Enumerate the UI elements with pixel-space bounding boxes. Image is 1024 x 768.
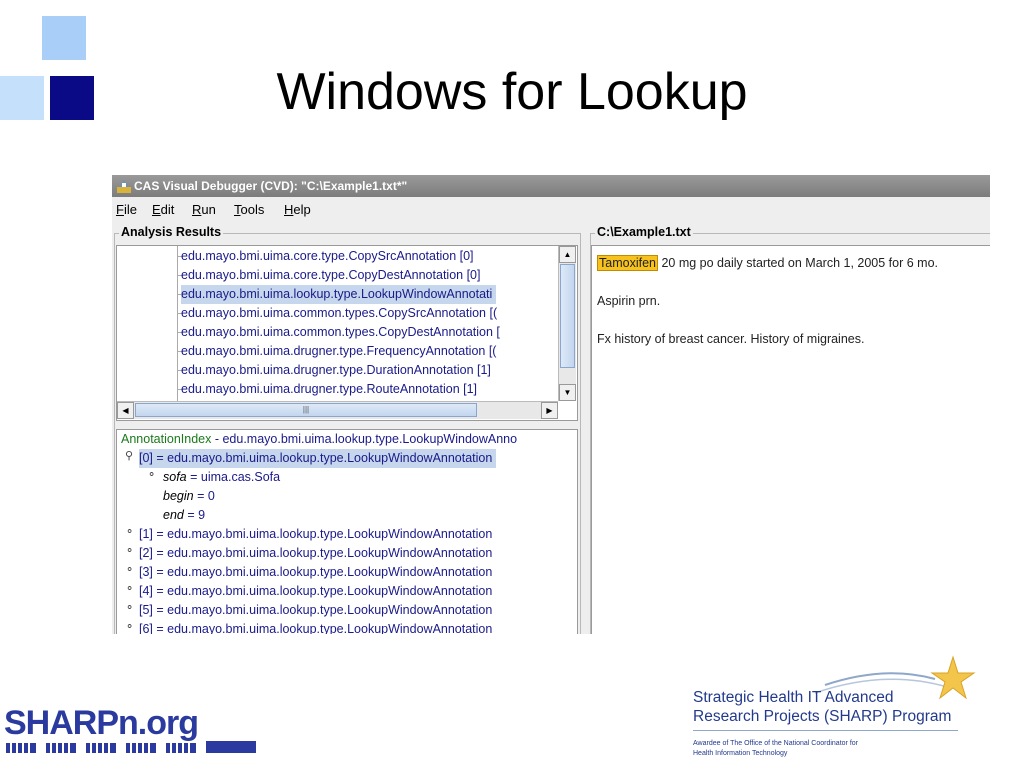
document-line-3: Fx history of breast cancer. History of … — [597, 332, 865, 346]
sharp-divider — [693, 730, 958, 731]
window-titlebar[interactable]: CAS Visual Debugger (CVD): "C:\Example1.… — [112, 175, 990, 197]
decor-square-light — [42, 16, 86, 60]
index-child-sofa[interactable]: sofa = uima.cas.Sofa — [163, 468, 280, 487]
tree-row[interactable]: edu.mayo.bmi.uima.common.types.CopyDestA… — [181, 323, 500, 342]
cvd-window: CAS Visual Debugger (CVD): "C:\Example1.… — [112, 175, 990, 634]
index-child-begin: begin = 0 — [163, 489, 215, 503]
analysis-results-title: Analysis Results — [119, 225, 224, 239]
tree-vertical-thumb[interactable] — [560, 264, 575, 368]
annotation-index-tree[interactable]: AnnotationIndex - edu.mayo.bmi.uima.look… — [116, 429, 578, 634]
index-item[interactable]: [6] = edu.mayo.bmi.uima.lookup.type.Look… — [139, 620, 492, 634]
scroll-left-icon[interactable]: ◀ — [117, 402, 134, 419]
index-item[interactable]: [5] = edu.mayo.bmi.uima.lookup.type.Look… — [139, 601, 492, 620]
sharpn-logo: SHARPn.org — [4, 704, 274, 754]
sharp-program-logo: Strategic Health IT Advanced Research Pr… — [685, 655, 985, 765]
tree-row[interactable]: edu.mayo.bmi.uima.lookup.type.LookupWind… — [181, 285, 497, 304]
scroll-down-icon[interactable]: ▼ — [559, 384, 576, 401]
index-item[interactable]: [2] = edu.mayo.bmi.uima.lookup.type.Look… — [139, 544, 492, 563]
index-child-end: end = 9 — [163, 508, 206, 522]
document-text-area[interactable]: Tamoxifen 20 mg po daily started on Marc… — [591, 245, 990, 634]
menu-file[interactable]: File — [116, 202, 137, 217]
sharp-awardee-line-2: Health Information Technology — [693, 750, 788, 757]
tree-horizontal-thumb[interactable]: ||| — [135, 403, 477, 417]
index-selected-item[interactable]: [0] = edu.mayo.bmi.uima.lookup.type.Look… — [139, 449, 497, 468]
app-icon — [117, 180, 131, 193]
sharp-program-line-2: Research Projects (SHARP) Program — [693, 708, 952, 725]
tree-row[interactable]: edu.mayo.bmi.uima.core.type.CopySrcAnnot… — [181, 247, 474, 266]
tree-row[interactable]: edu.mayo.bmi.uima.drugner.type.Frequency… — [181, 342, 496, 361]
expand-toggle-icon[interactable]: ⚬ — [125, 620, 134, 633]
tree-row[interactable]: edu.mayo.bmi.uima.common.types.CopySrcAn… — [181, 304, 497, 323]
expand-toggle-icon[interactable]: ⚬ — [125, 582, 134, 595]
index-header: AnnotationIndex - edu.mayo.bmi.uima.look… — [121, 432, 518, 446]
expand-toggle-icon[interactable]: ⚬ — [147, 468, 156, 481]
document-line-1: Tamoxifen 20 mg po daily started on Marc… — [597, 255, 938, 271]
menu-help[interactable]: Help — [284, 202, 311, 217]
sharp-program-line-1: Strategic Health IT Advanced — [693, 689, 894, 706]
tree-horizontal-scrollbar[interactable]: ◀ ||| ▶ — [117, 401, 558, 419]
analysis-tree[interactable]: edu.mayo.bmi.uima.core.type.CopySrcAnnot… — [116, 245, 578, 421]
index-item[interactable]: [3] = edu.mayo.bmi.uima.lookup.type.Look… — [139, 563, 492, 582]
menu-run[interactable]: Run — [192, 202, 216, 217]
scroll-up-icon[interactable]: ▲ — [559, 246, 576, 263]
scroll-right-icon[interactable]: ▶ — [541, 402, 558, 419]
expand-toggle-icon[interactable]: ⚬ — [125, 601, 134, 614]
document-title: C:\Example1.txt — [595, 225, 693, 239]
expand-toggle-icon[interactable]: ⚬ — [125, 544, 134, 557]
equalizer-bars-icon — [6, 741, 256, 753]
tree-row[interactable]: edu.mayo.bmi.uima.drugner.type.DurationA… — [181, 361, 491, 380]
index-item[interactable]: [1] = edu.mayo.bmi.uima.lookup.type.Look… — [139, 525, 492, 544]
tree-row[interactable]: edu.mayo.bmi.uima.core.type.CopyDestAnno… — [181, 266, 480, 285]
sharpn-logo-text: SHARPn.org — [4, 704, 199, 742]
tree-vertical-scrollbar[interactable]: ▲ ▼ — [558, 246, 576, 401]
menu-bar: File Edit Run Tools Help — [112, 198, 990, 220]
expand-toggle-icon[interactable]: ⚬ — [125, 525, 134, 538]
tree-connector — [177, 246, 178, 401]
document-line-2: Aspirin prn. — [597, 294, 661, 308]
highlighted-annotation[interactable]: Tamoxifen — [597, 255, 658, 271]
tree-row[interactable]: edu.mayo.bmi.uima.drugner.type.RouteAnno… — [181, 380, 477, 399]
index-item[interactable]: [4] = edu.mayo.bmi.uima.lookup.type.Look… — [139, 582, 492, 601]
window-title: CAS Visual Debugger (CVD): "C:\Example1.… — [134, 179, 408, 193]
expand-toggle-icon[interactable]: ⚬ — [125, 563, 134, 576]
collapse-toggle-icon[interactable]: ⚲ — [125, 449, 133, 462]
sharp-awardee-line-1: Awardee of The Office of the National Co… — [693, 740, 858, 747]
slide-title: Windows for Lookup — [276, 63, 748, 121]
menu-tools[interactable]: Tools — [234, 202, 264, 217]
menu-edit[interactable]: Edit — [152, 202, 174, 217]
